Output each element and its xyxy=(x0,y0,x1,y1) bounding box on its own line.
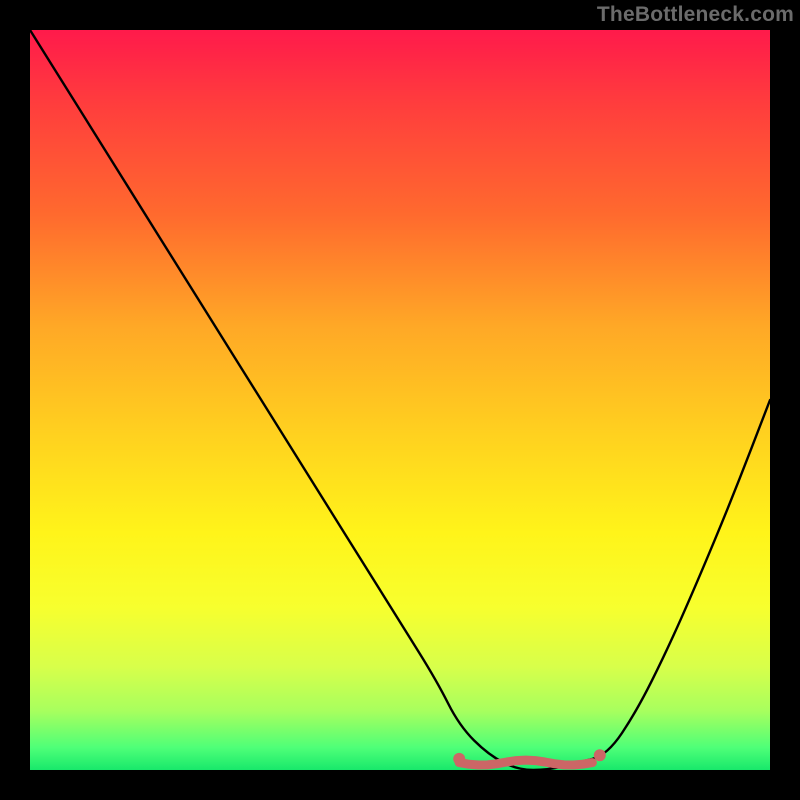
chart-stage: TheBottleneck.com xyxy=(0,0,800,800)
flat-region-right-dot xyxy=(594,749,606,761)
watermark-text: TheBottleneck.com xyxy=(597,3,794,27)
bottleneck-curve xyxy=(30,30,770,770)
flat-region-band xyxy=(459,760,592,765)
plot-area xyxy=(30,30,770,770)
curve-svg xyxy=(30,30,770,770)
flat-region-left-dot xyxy=(453,753,465,765)
